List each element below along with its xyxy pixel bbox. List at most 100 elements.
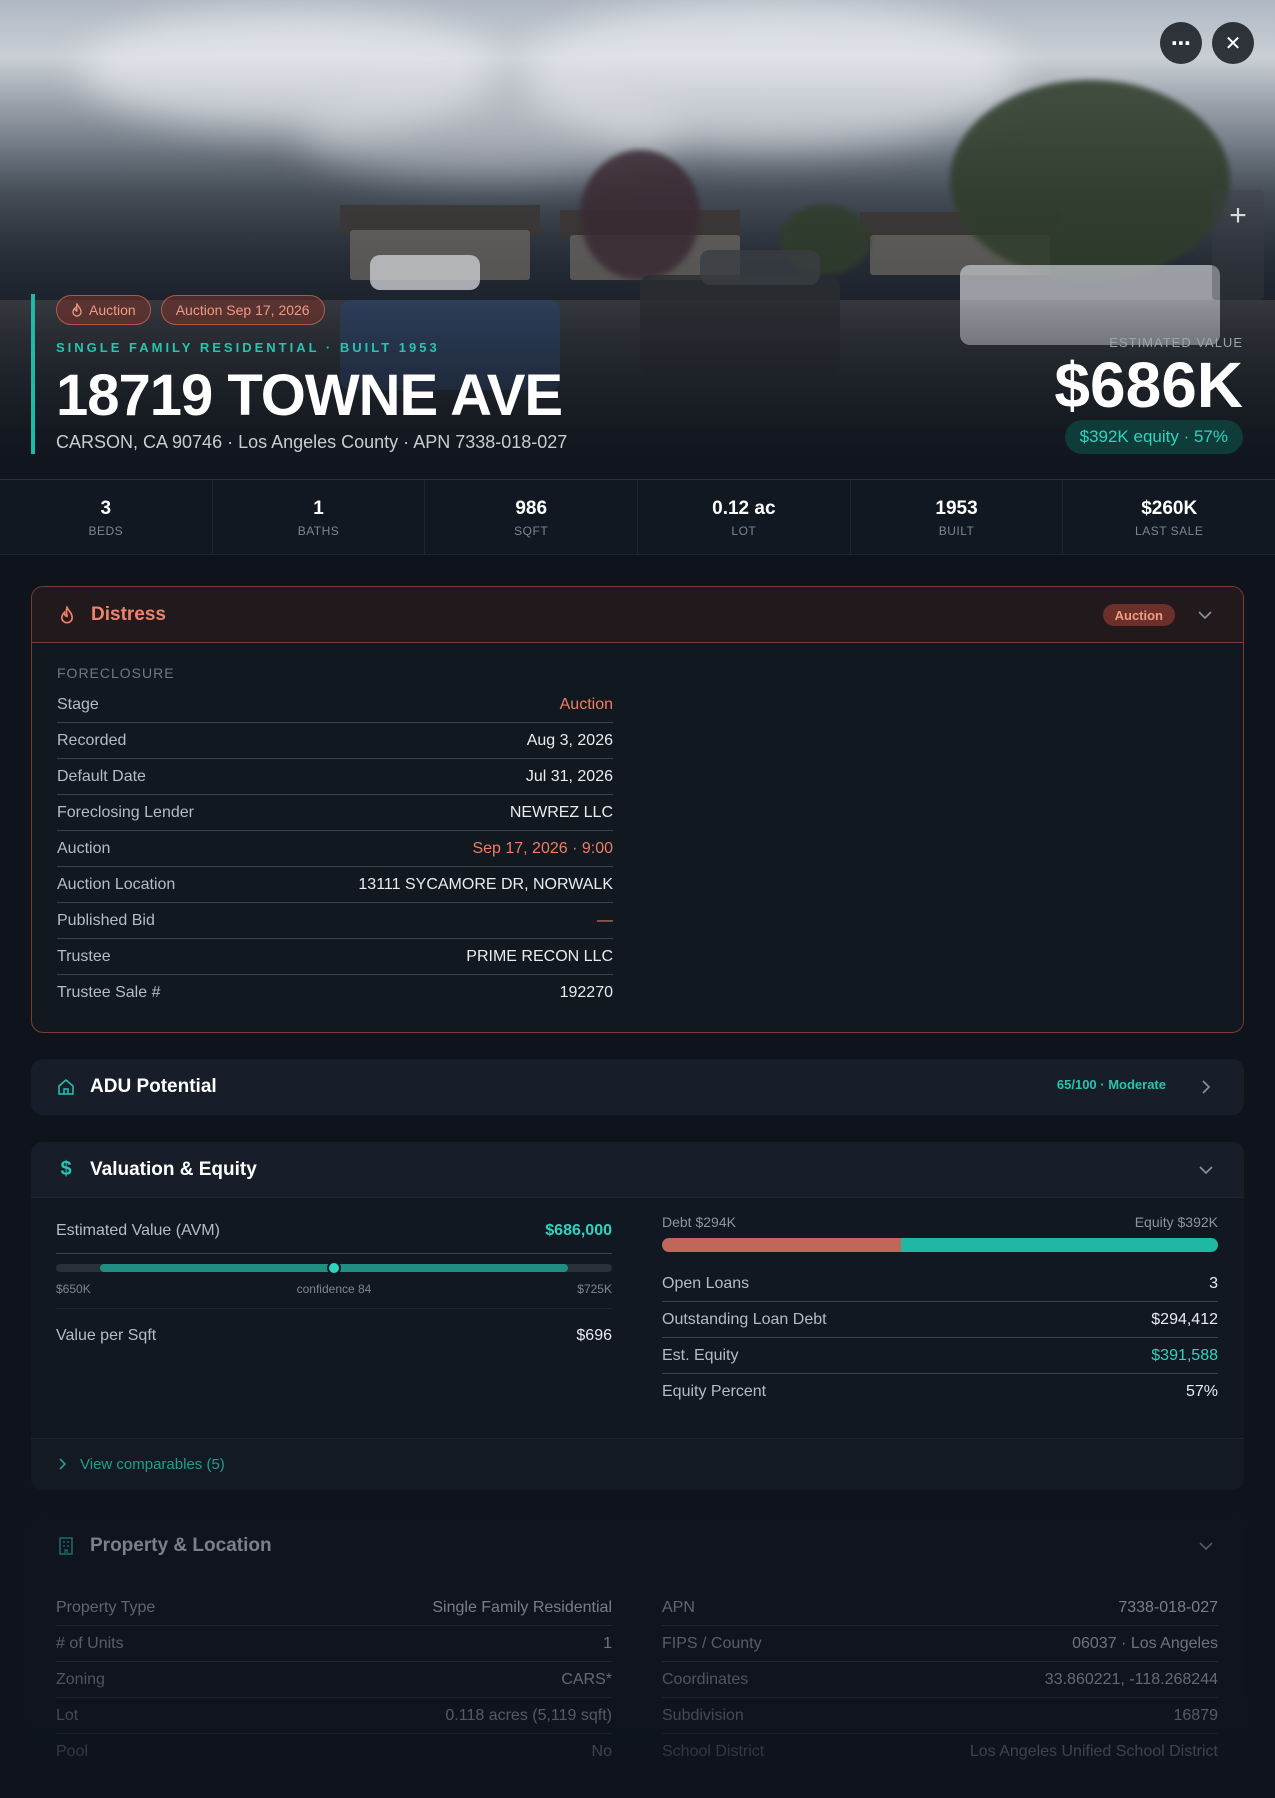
avm-value: $686,000 [545, 1222, 612, 1239]
tag-label: Auction [89, 302, 136, 318]
property-address: 18719 TOWNE AVE [56, 363, 563, 428]
view-comparables-link[interactable]: View comparables (5) [31, 1438, 1244, 1490]
row-value: CARS* [561, 1670, 612, 1688]
debt-equity-bar [662, 1238, 1218, 1252]
adu-header[interactable]: ADU Potential 65/100 · Moderate [31, 1059, 1244, 1115]
debt-equity-labels: Debt $294K Equity $392K [662, 1214, 1218, 1230]
flame-icon [57, 605, 77, 625]
row-value: 06037 · Los Angeles [1072, 1634, 1218, 1652]
equity-column: Debt $294K Equity $392K Open Loans 3 Outs… [662, 1214, 1218, 1410]
property-left-list: Property Type Single Family Residential #… [56, 1590, 612, 1770]
close-button[interactable]: ✕ [1210, 14, 1258, 64]
chevron-down-icon[interactable] [1195, 605, 1215, 625]
row-loan-debt: Outstanding Loan Debt $294,412 [662, 1302, 1218, 1338]
row-property-type: Property Type Single Family Residential [56, 1590, 612, 1626]
row-recorded: Recorded Aug 3, 2026 [57, 723, 613, 759]
stat-label: LOT [731, 524, 757, 538]
property-title: Property & Location [90, 1535, 272, 1556]
stats-bar: 3 BEDS 1 BATHS 986 SQFT 0.12 ac LOT 1953 BUIL… [0, 480, 1275, 555]
valuation-header[interactable]: $ Valuation & Equity [31, 1142, 1244, 1198]
auction-date-tag: Auction Sep 17, 2026 [160, 295, 325, 325]
row-subdivision: Subdivision 16879 [662, 1698, 1218, 1734]
row-value: 7338-018-027 [1118, 1598, 1218, 1616]
row-key: # of Units [56, 1634, 124, 1652]
range-confidence: confidence 84 [296, 1282, 372, 1296]
row-key: Property Type [56, 1598, 156, 1616]
row-trustee: Trustee PRIME RECON LLC [57, 939, 613, 975]
status-tags: Auction Auction Sep 17, 2026 [56, 295, 325, 325]
row-key: Recorded [57, 731, 127, 749]
chevron-down-icon[interactable] [1196, 1160, 1216, 1180]
stat-value: 3 [100, 498, 112, 519]
row-lot: Lot 0.118 acres (5,119 sqft) [56, 1698, 612, 1734]
stat-last-sale: $260K LAST SALE [1063, 480, 1275, 554]
adu-card[interactable]: ADU Potential 65/100 · Moderate [31, 1059, 1244, 1115]
row-equity-percent: Equity Percent 57% [662, 1374, 1218, 1410]
accent-bar [31, 294, 35, 454]
row-value: Sep 17, 2026 · 9:00 [472, 839, 613, 857]
row-value: $391,588 [1151, 1346, 1218, 1364]
foreclosure-list: Stage Auction Recorded Aug 3, 2026 Default… [57, 687, 613, 1011]
more-options-button[interactable]: ⋯ [1160, 22, 1202, 64]
distress-header[interactable]: Distress Auction [32, 587, 1243, 643]
property-right-list: APN 7338-018-027 FIPS / County 06037 · Los… [662, 1590, 1218, 1770]
stat-label: SQFT [514, 524, 549, 538]
row-key: Zoning [56, 1670, 105, 1688]
car [370, 255, 480, 290]
row-key: Default Date [57, 767, 146, 785]
auction-tag: Auction [56, 295, 151, 325]
row-value: PRIME RECON LLC [466, 947, 613, 965]
row-value: 57% [1185, 1383, 1218, 1400]
row-key: Foreclosing Lender [57, 803, 194, 821]
stat-beds: 3 BEDS [0, 480, 213, 554]
row-key: Coordinates [662, 1670, 749, 1688]
row-key: Auction [57, 839, 111, 857]
row-value: Single Family Residential [432, 1598, 612, 1616]
row-key: Pool [56, 1743, 89, 1760]
row-default-date: Default Date Jul 31, 2026 [57, 759, 613, 795]
valuation-body: Estimated Value (AVM) $686,000 $650K con… [31, 1198, 1244, 1432]
stat-built: 1953 BUILT [851, 480, 1064, 554]
row-key: Subdivision [662, 1706, 744, 1724]
stat-label: BATHS [297, 524, 340, 538]
stat-sqft: 986 SQFT [425, 480, 639, 554]
row-lender: Foreclosing Lender NEWREZ LLC [57, 795, 613, 831]
row-key: School District [662, 1743, 765, 1760]
row-value: Auction [559, 695, 613, 713]
flame-icon [72, 303, 82, 317]
avm-range-track [56, 1261, 612, 1275]
value-per-sqft-row: Value per Sqft $696 [56, 1327, 612, 1345]
dollar-icon: $ [60, 1158, 72, 1180]
distress-card: Distress Auction FORECLOSURE Stage Auctio… [31, 586, 1244, 1033]
car [700, 250, 820, 285]
zoom-in-icon[interactable]: + [1212, 190, 1264, 242]
row-stage: Stage Auction [57, 687, 613, 723]
tag-label: Auction Sep 17, 2026 [175, 302, 310, 318]
more-icon: ⋯ [1171, 32, 1191, 55]
property-header[interactable]: Property & Location [31, 1518, 1244, 1574]
row-value: Aug 3, 2026 [526, 731, 613, 749]
chevron-right-icon[interactable] [1196, 1077, 1216, 1097]
row-pool: Pool No [56, 1734, 612, 1770]
debt-label: Debt $294K [662, 1214, 736, 1230]
stat-value: 1 [313, 498, 324, 519]
hero-photo: ⋯ ✕ + Auction Auction Sep 17, 2026 SINGL… [0, 0, 1275, 480]
row-key: Lot [56, 1706, 79, 1724]
equity-list: Open Loans 3 Outstanding Loan Debt $294,41… [662, 1266, 1218, 1410]
row-value: 16879 [1173, 1706, 1219, 1724]
row-auction-location: Auction Location 13111 SYCAMORE DR, NORWA… [57, 867, 613, 903]
row-key: Equity Percent [662, 1383, 767, 1400]
property-location-card: Property & Location Property Type Single … [31, 1518, 1244, 1798]
row-trustee-sale: Trustee Sale # 192270 [57, 975, 613, 1011]
vps-label: Value per Sqft [56, 1327, 157, 1344]
stat-value: 0.12 ac [712, 498, 776, 519]
row-value: 192270 [559, 984, 613, 1001]
chevron-down-icon[interactable] [1196, 1536, 1216, 1556]
equity-pill: $392K equity · 57% [1064, 420, 1243, 454]
row-value: Jul 31, 2026 [525, 767, 613, 785]
row-coordinates: Coordinates 33.860221, -118.268244 [662, 1662, 1218, 1698]
row-value: $294,412 [1151, 1310, 1218, 1328]
row-key: Trustee Sale # [57, 984, 161, 1001]
adu-title: ADU Potential [90, 1076, 217, 1097]
zoom-control[interactable]: + [1212, 190, 1264, 300]
